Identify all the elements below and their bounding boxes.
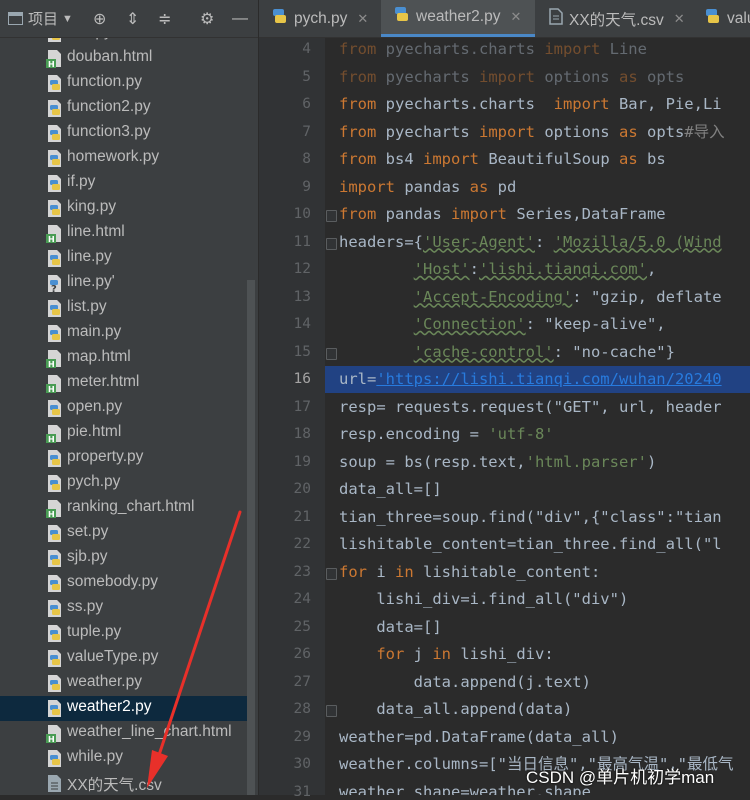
chevron-down-icon: ▼: [62, 12, 73, 25]
watermark: CSDN @单片机初学man: [526, 768, 715, 787]
crosshair-icon: ⊕: [93, 10, 107, 28]
project-view-selector[interactable]: 项目 ▼: [8, 8, 73, 29]
collapse-all-button[interactable]: ≑: [158, 8, 171, 29]
hide-panel-button[interactable]: —: [232, 8, 248, 29]
annotation-arrow: [147, 510, 242, 788]
settings-button[interactable]: ⚙: [200, 8, 214, 29]
collapse-all-icon: ≑: [158, 10, 172, 28]
project-toolbar: 项目 ▼ ⊕ ⇕ ≑ ⚙ —: [0, 0, 258, 38]
project-window-icon: [8, 12, 23, 25]
locate-file-button[interactable]: ⊕: [93, 8, 106, 29]
gear-icon: ⚙: [200, 10, 215, 28]
minimize-icon: —: [232, 9, 248, 27]
expand-all-button[interactable]: ⇕: [126, 8, 139, 29]
project-title: 项目: [28, 11, 59, 28]
expand-all-icon: ⇕: [126, 10, 140, 28]
